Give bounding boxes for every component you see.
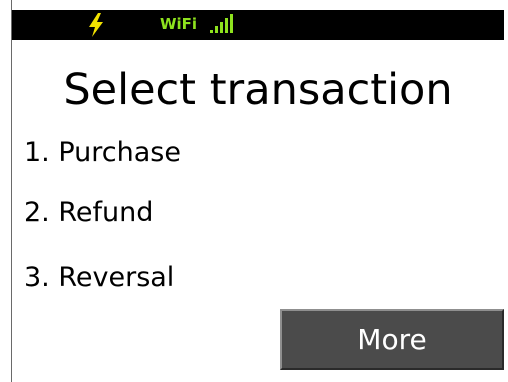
menu-item-purchase[interactable]: 1. Purchase [24,133,181,173]
menu-item-reversal[interactable]: 3. Reversal [24,258,174,298]
page-title: Select transaction [63,65,453,115]
wifi-label: WiFi [160,15,198,33]
more-button[interactable]: More [280,309,504,370]
screen-frame-edge [11,0,12,382]
menu-item-refund[interactable]: 2. Refund [24,193,153,233]
lightning-bolt-icon [89,13,103,37]
status-bar: WiFi [12,10,504,40]
signal-strength-icon [210,14,233,33]
terminal-screen: WiFi Select transaction 1. Purchase 2. R… [0,0,508,382]
